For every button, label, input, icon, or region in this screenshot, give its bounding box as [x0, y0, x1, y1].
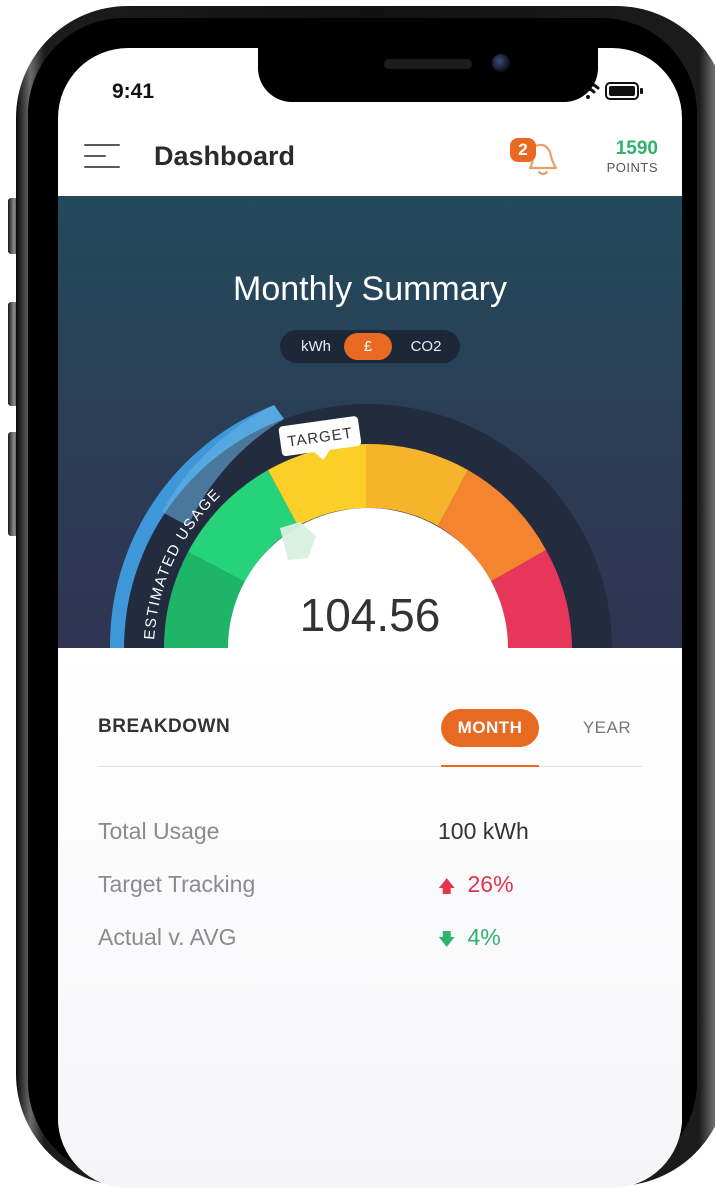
row-value: 26%: [467, 871, 514, 897]
phone-notch: [258, 48, 598, 102]
breakdown-divider: [98, 766, 642, 767]
notifications-button[interactable]: 2: [510, 138, 562, 180]
active-tab-indicator: [441, 765, 539, 767]
status-time: 9:41: [112, 80, 155, 103]
points-value: 1590: [615, 138, 658, 159]
row-label: Actual v. AVG: [98, 924, 237, 950]
app-header: Dashboard 2 1590 POINTS: [58, 124, 682, 196]
gauge-reading-value: 104.56: [299, 589, 441, 641]
row-value-group: 🡇 4%: [438, 924, 501, 956]
breakdown-row-actual-vs-avg: Actual v. AVG 🡇 4%: [98, 924, 642, 956]
menu-icon[interactable]: [84, 144, 120, 172]
period-tab-month[interactable]: MONTH: [441, 709, 539, 747]
page-title: Dashboard: [154, 141, 296, 171]
row-label: Total Usage: [98, 818, 220, 844]
points-display[interactable]: 1590 POINTS: [578, 138, 658, 175]
usage-gauge: ESTIMATED USAGE TARGET: [109, 404, 612, 648]
breakdown-title: BREAKDOWN: [98, 716, 231, 737]
breakdown-row-target-tracking: Target Tracking 🡅 26%: [98, 871, 642, 903]
speaker-grille: [384, 59, 472, 69]
breakdown-row-total-usage: Total Usage 100 kWh: [98, 818, 642, 850]
battery-icon: [605, 82, 643, 100]
notification-badge: 2: [510, 138, 536, 162]
breakdown-panel: BREAKDOWN MONTH YEAR Total Usage 100 kWh…: [58, 648, 682, 1188]
phone-screen: 9:41 Dashboard 2 1590 POINTS Monthly Sum…: [58, 48, 682, 1188]
row-label: Target Tracking: [98, 871, 256, 897]
row-value: 4%: [467, 924, 501, 950]
row-value: 100 kWh: [438, 818, 529, 844]
arrow-up-icon: 🡅: [438, 877, 456, 896]
points-label: POINTS: [606, 160, 658, 175]
monthly-summary-panel: Monthly Summary kWh £ CO2 ESTIMATED USAG…: [58, 196, 682, 648]
period-tab-year[interactable]: YEAR: [572, 709, 642, 747]
front-camera: [492, 54, 510, 72]
row-value-group: 🡅 26%: [438, 871, 514, 903]
arrow-down-icon: 🡇: [438, 930, 456, 949]
